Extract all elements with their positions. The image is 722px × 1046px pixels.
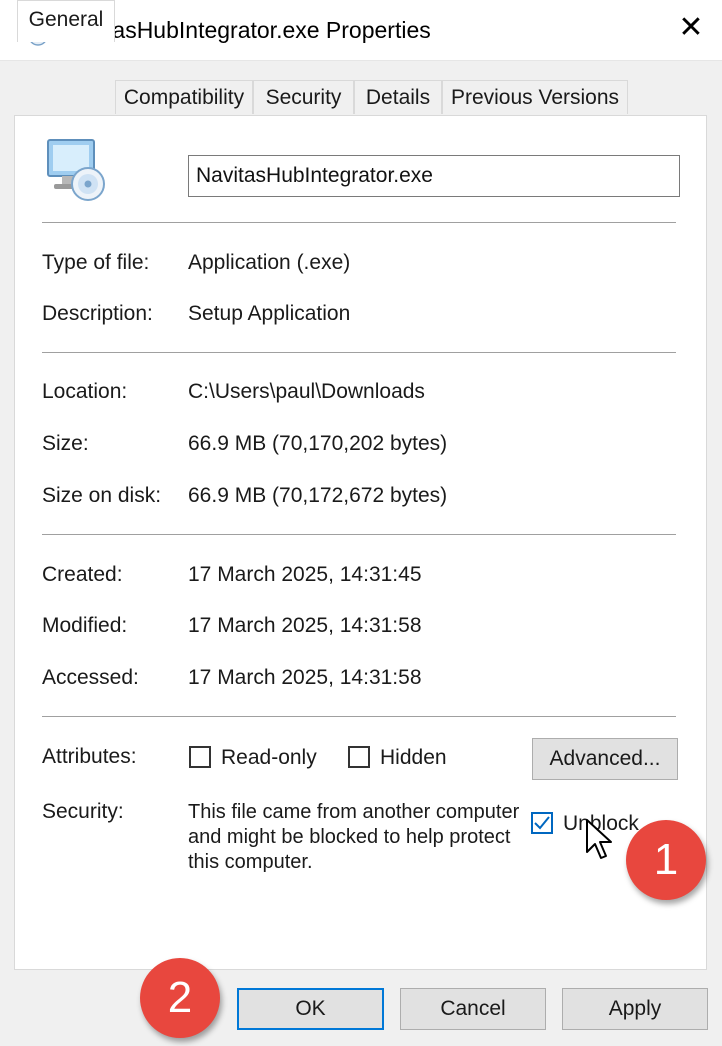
attributes-label: Attributes: [42,745,137,768]
step-badge-1: 1 [626,820,706,900]
created-label: Created: [42,563,123,586]
security-label: Security: [42,800,124,823]
file-type-icon [47,139,105,201]
checkmark-icon [534,816,550,830]
tab-general[interactable]: General [17,0,115,42]
type-of-file-label: Type of file: [42,251,150,274]
close-button[interactable]: ✕ [660,0,722,58]
size-label: Size: [42,432,89,455]
modified-label: Modified: [42,614,128,637]
window-title: NavitasHubIntegrator.exe Properties [60,17,431,43]
security-message: This file came from another computer and… [188,801,520,873]
tab-details[interactable]: Details [354,80,442,114]
divider [42,352,676,353]
size-value: 66.9 MB (70,170,202 bytes) [188,432,448,455]
file-name-field[interactable]: NavitasHubIntegrator.exe [188,155,680,197]
read-only-checkbox[interactable] [189,746,211,768]
advanced-button[interactable]: Advanced... [532,738,678,780]
apply-button[interactable]: Apply [562,988,708,1030]
tab-compatibility[interactable]: Compatibility [115,80,253,114]
step-badge-2: 2 [140,958,220,1038]
accessed-label: Accessed: [42,666,139,689]
hidden-checkbox[interactable] [348,746,370,768]
size-on-disk-label: Size on disk: [42,484,162,507]
divider [42,716,676,717]
mouse-pointer-icon [586,819,612,859]
tab-security[interactable]: Security [253,80,354,114]
divider [42,222,676,223]
accessed-value: 17 March 2025, 14:31:58 [188,666,422,689]
description-value: Setup Application [188,302,351,325]
location-label: Location: [42,380,128,403]
hidden-label[interactable]: Hidden [380,745,447,771]
type-of-file-value: Application (.exe) [188,251,351,274]
created-value: 17 March 2025, 14:31:45 [188,563,422,586]
tab-previous-versions[interactable]: Previous Versions [442,80,628,114]
location-value: C:\Users\paul\Downloads [188,380,425,403]
size-on-disk-value: 66.9 MB (70,172,672 bytes) [188,484,448,507]
cancel-button[interactable]: Cancel [400,988,546,1030]
read-only-label[interactable]: Read-only [221,745,317,771]
unblock-checkbox[interactable] [531,812,553,834]
ok-button[interactable]: OK [237,988,384,1030]
modified-value: 17 March 2025, 14:31:58 [188,614,422,637]
divider [42,534,676,535]
description-label: Description: [42,302,153,325]
